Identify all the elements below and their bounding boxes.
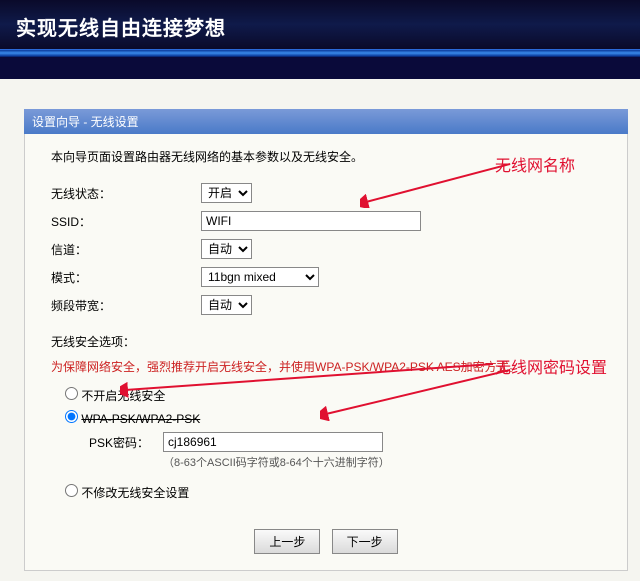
security-tip: 为保障网络安全，强烈推荐开启无线安全，并使用WPA-PSK/WPA2-PSK A… bbox=[51, 358, 601, 377]
label-mode: 模式： bbox=[51, 269, 201, 286]
radio-disable-security[interactable] bbox=[65, 387, 78, 400]
decor-dark-bar bbox=[0, 57, 640, 79]
next-button[interactable]: 下一步 bbox=[332, 529, 398, 554]
radio-row-disable[interactable]: 不开启无线安全 bbox=[65, 387, 601, 404]
input-psk-password[interactable] bbox=[163, 432, 383, 452]
select-bandwidth[interactable]: 自动 bbox=[201, 295, 252, 315]
radio-wpa-psk[interactable] bbox=[65, 410, 78, 423]
radio-no-change[interactable] bbox=[65, 484, 78, 497]
radio-nochange-label: 不修改无线安全设置 bbox=[81, 486, 189, 500]
select-mode[interactable]: 11bgn mixed bbox=[201, 267, 319, 287]
radio-row-nochange[interactable]: 不修改无线安全设置 bbox=[65, 484, 601, 501]
radio-wpa-label: WPA-PSK/WPA2-PSK bbox=[81, 412, 200, 426]
psk-hint: （8-63个ASCII码字符或8-64个十六进制字符） bbox=[163, 454, 601, 470]
label-security-header: 无线安全选项： bbox=[51, 333, 601, 350]
input-ssid[interactable] bbox=[201, 211, 421, 231]
label-channel: 信道： bbox=[51, 241, 201, 258]
instruction-text: 本向导页面设置路由器无线网络的基本参数以及无线安全。 bbox=[51, 148, 601, 165]
label-wireless-state: 无线状态： bbox=[51, 185, 201, 202]
page-header: 实现无线自由连接梦想 bbox=[0, 0, 640, 49]
panel-body: 本向导页面设置路由器无线网络的基本参数以及无线安全。 无线状态： 开启 SSID… bbox=[24, 134, 628, 571]
select-channel[interactable]: 自动 bbox=[201, 239, 252, 259]
label-ssid: SSID： bbox=[51, 213, 201, 230]
prev-button[interactable]: 上一步 bbox=[254, 529, 320, 554]
radio-row-wpa[interactable]: WPA-PSK/WPA2-PSK bbox=[65, 410, 601, 426]
select-wireless-state[interactable]: 开启 bbox=[201, 183, 252, 203]
panel-title: 设置向导 - 无线设置 bbox=[24, 109, 628, 134]
label-psk: PSK密码： bbox=[89, 434, 153, 451]
label-bandwidth: 频段带宽： bbox=[51, 297, 201, 314]
header-title: 实现无线自由连接梦想 bbox=[16, 18, 226, 40]
decor-blue-bar bbox=[0, 49, 640, 57]
radio-disable-label: 不开启无线安全 bbox=[81, 389, 165, 403]
